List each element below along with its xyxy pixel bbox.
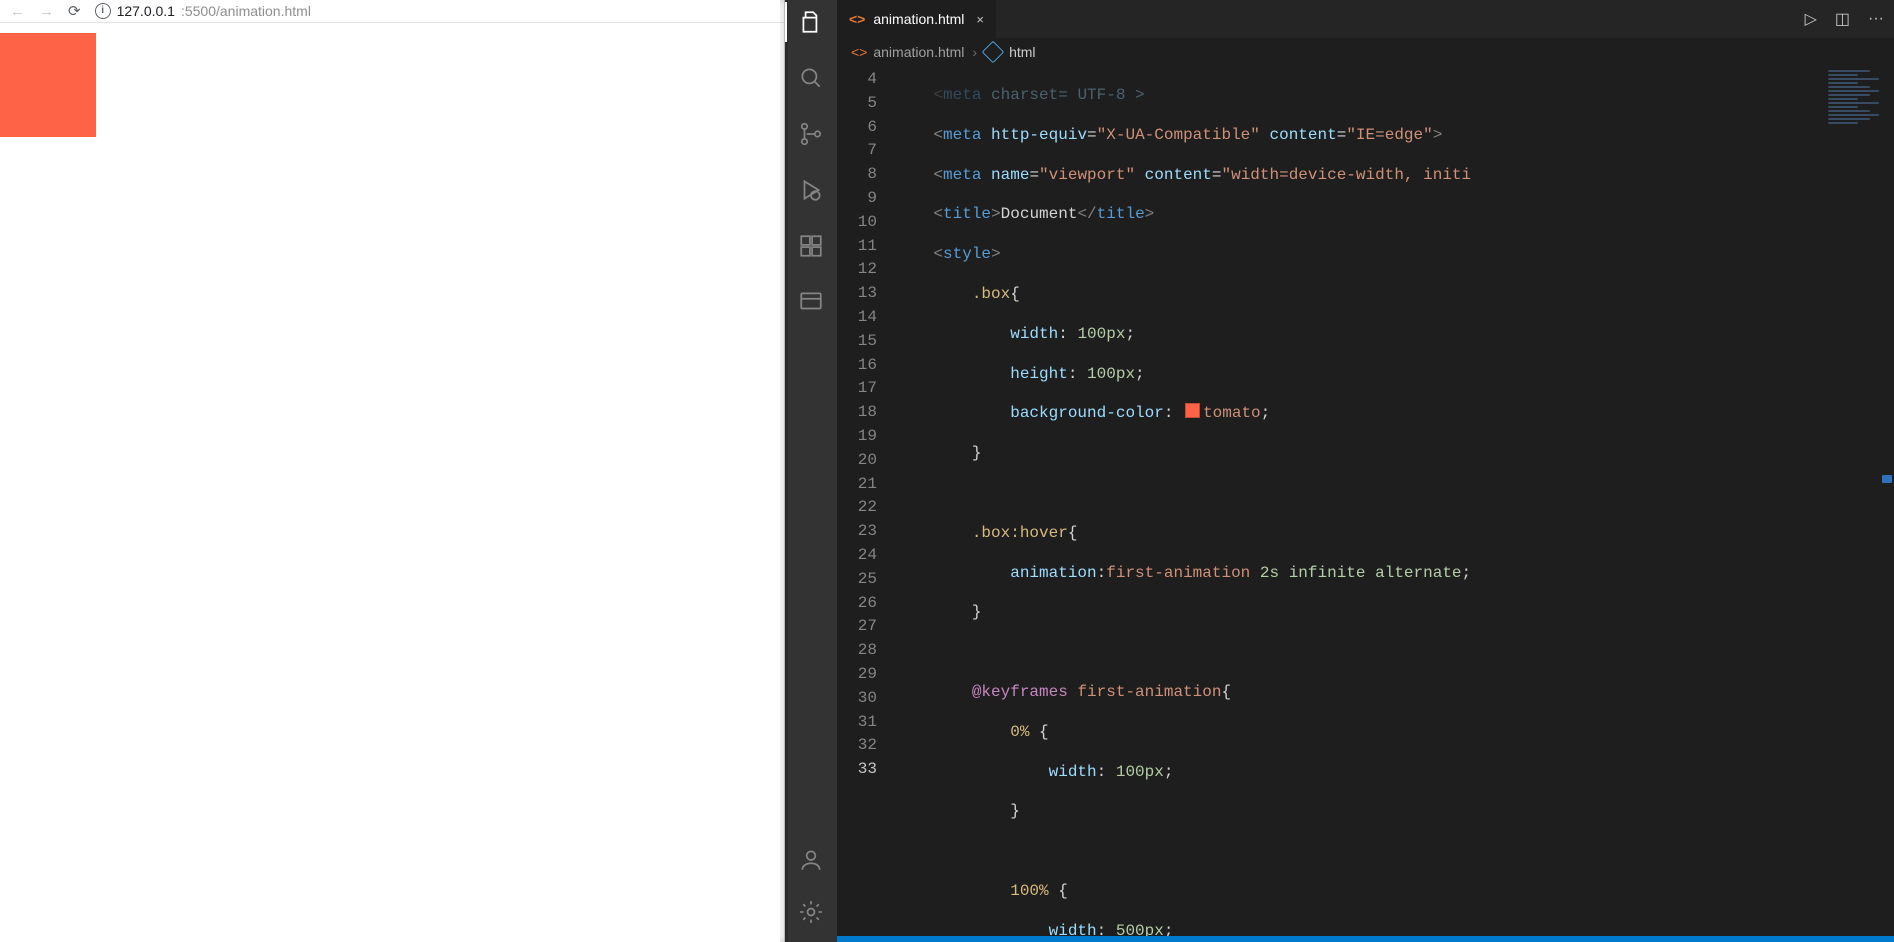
editor-title-actions: ▷ ◫ ··· <box>1795 0 1894 38</box>
line-gutter: 4 5 6 7 8 9 10 11 12 13 14 15 16 17 <box>837 66 895 936</box>
forward-button[interactable]: → <box>39 4 54 19</box>
more-actions-icon[interactable]: ··· <box>1868 10 1884 28</box>
overview-ruler[interactable] <box>1880 66 1894 936</box>
split-editor-icon[interactable]: ◫ <box>1835 9 1850 29</box>
chevron-right-icon: › <box>972 44 977 60</box>
app-root: ← → ⟳ i 127.0.0.1 :5500/animation.html <box>0 0 1894 942</box>
settings-gear-icon[interactable] <box>797 898 825 926</box>
run-debug-icon[interactable] <box>797 176 825 204</box>
html-file-icon: <> <box>851 44 867 60</box>
tab-filename: animation.html <box>873 11 964 27</box>
editor-tabs: <> animation.html × ▷ ◫ ··· <box>837 0 1894 38</box>
editor-main: <> animation.html × ▷ ◫ ··· <> animation… <box>837 0 1894 942</box>
reload-button[interactable]: ⟳ <box>68 4 81 19</box>
breadcrumbs[interactable]: <> animation.html › html <box>837 38 1894 66</box>
address-bar[interactable]: i 127.0.0.1 :5500/animation.html <box>95 3 774 19</box>
breadcrumb-file[interactable]: <> animation.html <box>851 44 964 60</box>
browser-pane: ← → ⟳ i 127.0.0.1 :5500/animation.html <box>0 0 785 942</box>
source-control-icon[interactable] <box>797 120 825 148</box>
code-content[interactable]: <meta charset= UTF-8 > <meta http-equiv=… <box>895 66 1894 936</box>
run-icon[interactable]: ▷ <box>1805 9 1817 29</box>
editor-pane: <> animation.html × ▷ ◫ ··· <> animation… <box>785 0 1894 942</box>
tab-animation-html[interactable]: <> animation.html × <box>837 0 997 38</box>
browser-viewport <box>0 23 784 942</box>
url-path: :5500/animation.html <box>181 3 311 19</box>
back-button[interactable]: ← <box>10 4 25 19</box>
code-editor[interactable]: 4 5 6 7 8 9 10 11 12 13 14 15 16 17 <box>837 66 1894 936</box>
symbol-icon <box>982 41 1005 64</box>
status-bar[interactable] <box>837 936 1894 942</box>
breadcrumb-symbol[interactable]: html <box>985 44 1035 60</box>
url-host: 127.0.0.1 <box>117 3 175 19</box>
editor-body: <> animation.html × ▷ ◫ ··· <> animation… <box>785 0 1894 942</box>
close-tab-icon[interactable]: × <box>976 12 984 27</box>
html-file-icon: <> <box>849 11 865 27</box>
live-server-icon[interactable] <box>797 288 825 316</box>
accounts-icon[interactable] <box>797 846 825 874</box>
color-swatch-tomato[interactable] <box>1185 403 1200 418</box>
activity-bar <box>785 0 837 942</box>
breadcrumb-symbol-label: html <box>1009 44 1035 60</box>
explorer-icon[interactable] <box>797 8 825 36</box>
extensions-icon[interactable] <box>797 232 825 260</box>
rendered-box[interactable] <box>0 33 96 137</box>
search-icon[interactable] <box>797 64 825 92</box>
breadcrumb-file-label: animation.html <box>873 44 964 60</box>
browser-toolbar: ← → ⟳ i 127.0.0.1 :5500/animation.html <box>0 0 784 23</box>
site-info-icon[interactable]: i <box>95 3 111 19</box>
